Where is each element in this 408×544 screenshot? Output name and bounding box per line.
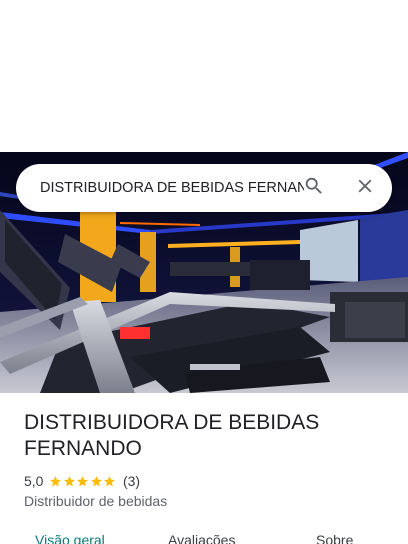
close-icon (354, 175, 376, 202)
rating-value: 5,0 (24, 473, 44, 489)
review-count[interactable]: (3) (123, 473, 140, 489)
blank-map-area (0, 0, 408, 152)
place-category[interactable]: Distribuidor de bebidas (24, 493, 167, 509)
search-bar[interactable] (16, 164, 392, 212)
star-icon (77, 475, 89, 486)
star-icon (50, 475, 62, 486)
star-icon (64, 475, 75, 486)
star-icon (91, 475, 102, 486)
place-title: DISTRIBUIDORA DE BEBIDAS FERNANDO (24, 411, 320, 460)
search-icon (303, 175, 325, 202)
tab-overview[interactable]: Visão geral (35, 532, 105, 544)
search-input[interactable] (40, 164, 304, 212)
star-rating (49, 475, 117, 488)
place-tabs: Visão geral Avaliações Sobre (0, 528, 408, 544)
search-button[interactable] (298, 172, 330, 204)
star-icon (104, 475, 116, 486)
rating-summary[interactable]: 5,0 (3) (24, 472, 140, 490)
tab-about[interactable]: Sobre (316, 532, 353, 544)
clear-search-button[interactable] (349, 172, 381, 204)
tab-reviews[interactable]: Avaliações (168, 532, 235, 544)
